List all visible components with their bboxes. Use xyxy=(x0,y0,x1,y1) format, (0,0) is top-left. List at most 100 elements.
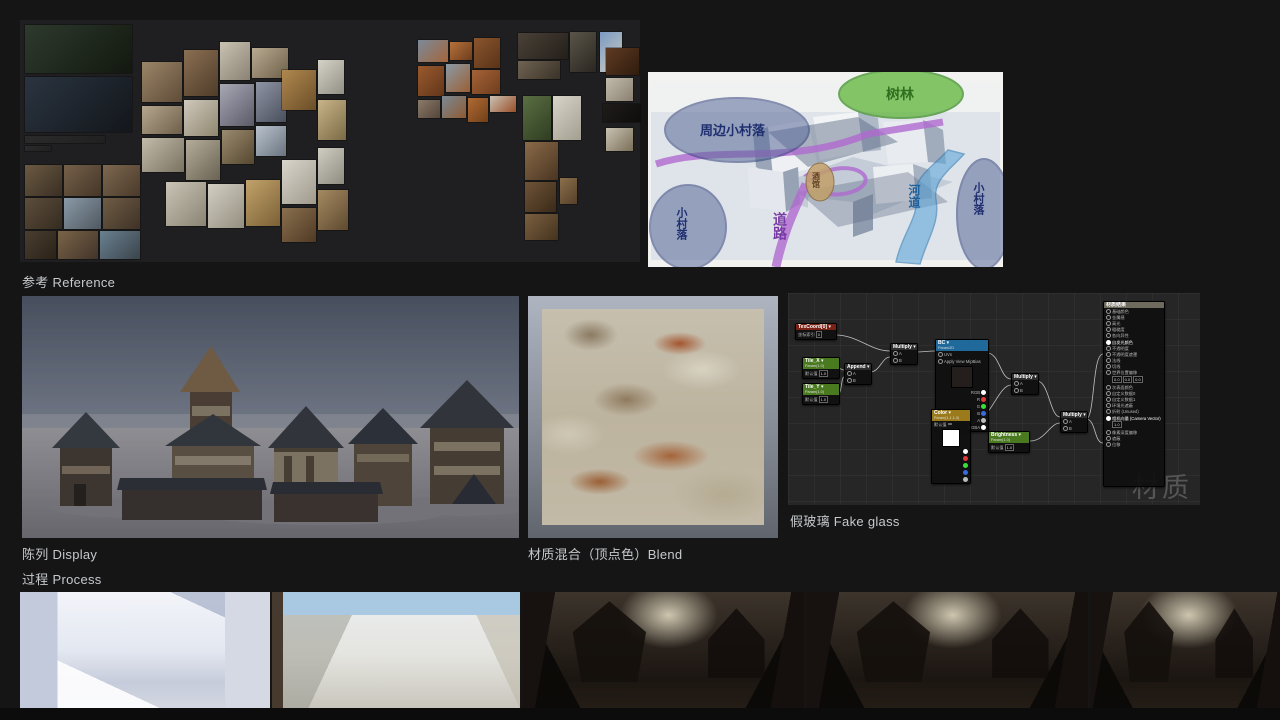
fake-glass-label: 假玻璃 Fake glass xyxy=(790,514,900,529)
reference-photo xyxy=(525,142,558,180)
node-output-pin xyxy=(932,462,970,469)
pin-dot xyxy=(893,351,898,356)
village-left-text: 小村落 xyxy=(675,206,689,241)
reference-photo xyxy=(318,100,346,140)
pin-dot xyxy=(963,462,968,468)
river-text: 河道 xyxy=(907,183,921,209)
pin-dot xyxy=(1106,333,1111,339)
pin-dot xyxy=(981,410,986,416)
pin-dot xyxy=(1106,320,1111,326)
node-input-pin: A xyxy=(845,370,871,377)
material-node: Brightness ▾ Param(1.0) 默认值 1.0 xyxy=(988,431,1030,453)
node-input-pin: B xyxy=(891,357,917,364)
node-output-pin xyxy=(932,448,970,455)
pin-dot xyxy=(981,417,986,423)
pin-dot xyxy=(1106,442,1111,448)
reference-photo xyxy=(446,64,470,92)
reference-photo xyxy=(418,40,448,62)
pin-value: 0.0 xyxy=(1112,376,1122,384)
node-output-pin xyxy=(932,469,970,476)
reference-board xyxy=(20,20,640,262)
pin-dot xyxy=(1106,314,1111,320)
reference-photo xyxy=(103,198,140,229)
material-node: Color ▾ Param(1,1,1,0) 默认值 xyxy=(931,409,971,484)
pin-value: 0.0 xyxy=(1122,376,1133,384)
material-node: Append ▾ A B xyxy=(844,363,872,385)
pin-dot xyxy=(1106,435,1111,441)
reference-photo xyxy=(282,70,316,110)
pin-dot xyxy=(1106,327,1111,333)
reference-photo xyxy=(450,42,472,60)
reference-photo xyxy=(318,148,344,184)
node-default-row: 默认值 1.0 xyxy=(805,369,829,377)
reference-photo xyxy=(184,50,218,96)
reference-photo xyxy=(525,182,556,212)
reference-photo xyxy=(553,96,581,140)
reference-photo xyxy=(100,231,140,259)
node-input-pin: UVs xyxy=(936,351,988,358)
process-image xyxy=(522,592,804,708)
pin-dot xyxy=(1106,403,1111,409)
reference-photo xyxy=(318,60,344,94)
forest-text: 树林 xyxy=(886,86,914,102)
node-preview xyxy=(951,365,973,388)
pin-dot xyxy=(963,476,968,482)
reference-photo xyxy=(25,136,105,143)
process-image xyxy=(20,592,270,708)
material-node: Multiply ▾ A B xyxy=(1060,411,1088,433)
pin-dot xyxy=(1063,426,1068,431)
pin-dot xyxy=(847,378,852,383)
pin-dot xyxy=(1106,345,1111,351)
process-image xyxy=(272,592,520,708)
reference-photo xyxy=(142,138,184,172)
pin-dot xyxy=(981,396,986,402)
pin-dot xyxy=(1106,390,1111,396)
pin-dot xyxy=(963,469,968,475)
reference-photo xyxy=(222,130,254,164)
pin-dot xyxy=(847,371,852,376)
reference-photo xyxy=(184,100,218,136)
node-title: Multiply ▾ xyxy=(891,344,917,350)
pin-dot xyxy=(1106,429,1111,435)
villages-text: 周边小村落 xyxy=(700,123,766,138)
pin-values: 1.0 xyxy=(1112,421,1164,429)
reference-photo xyxy=(64,198,101,229)
pin-dot xyxy=(1106,339,1111,345)
node-input-pin: Apply View MipBias xyxy=(936,358,988,365)
reference-photo xyxy=(606,128,633,151)
node-title: Tile_Y ▾ Param(1.0) xyxy=(803,384,839,395)
reference-photo xyxy=(25,165,62,196)
material-node: Multiply ▾ A B xyxy=(1011,373,1039,395)
pin-dot xyxy=(1063,419,1068,424)
display-label: 陈列 Display xyxy=(22,547,98,562)
pin-dot xyxy=(1106,308,1111,314)
node-default-row: 默认值 1.0 xyxy=(991,443,1015,451)
reference-photo xyxy=(468,98,488,122)
road-text: 道路 xyxy=(772,211,788,240)
node-title: Brightness ▾ Param(1.0) xyxy=(989,432,1029,443)
node-default-row: 坐标索引 0 xyxy=(798,331,822,338)
node-input-pin: A xyxy=(891,350,917,357)
portfolio-page: 参考 Reference 树林 周边小村落 小村落 小村落 河道 道路 酒馆 陈… xyxy=(0,0,1280,720)
material-node-graph: 材质 TexCoord[0] ▾ 坐标索引 0 Tile_X ▾ Param(1.0) 默… xyxy=(788,293,1200,505)
reference-photo xyxy=(474,38,500,68)
reference-photo xyxy=(25,231,56,259)
reference-photo xyxy=(606,48,639,75)
pin-dot xyxy=(1106,358,1111,364)
reference-photo xyxy=(570,32,596,72)
node-default-row: 默认值 xyxy=(932,421,970,428)
pin-dot xyxy=(981,424,986,430)
node-output-pin xyxy=(932,476,970,483)
pin-dot xyxy=(1106,351,1111,357)
pin-dot xyxy=(1106,364,1111,370)
process-label: 过程 Process xyxy=(22,572,102,587)
reference-photo xyxy=(603,104,640,122)
node-title: TexCoord[0] ▾ xyxy=(796,324,836,330)
reference-photo xyxy=(523,96,551,140)
reference-photo xyxy=(490,96,516,112)
reference-photo xyxy=(418,100,440,118)
pin-dot xyxy=(963,448,968,454)
tavern-text: 酒馆 xyxy=(812,171,821,189)
reference-photo xyxy=(472,70,500,94)
material-node: TexCoord[0] ▾ 坐标索引 0 xyxy=(795,323,837,340)
